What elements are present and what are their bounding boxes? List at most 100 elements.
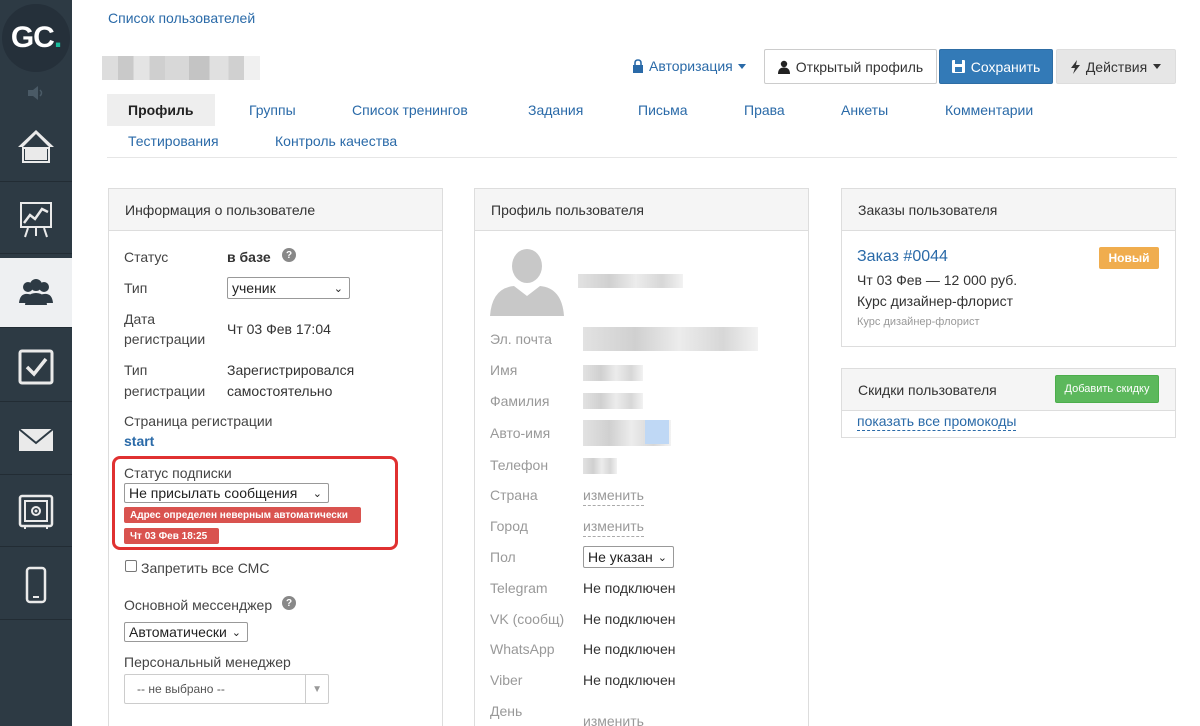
sidebar: GC.: [0, 0, 72, 726]
auto-name-color-chip: [645, 420, 669, 444]
reg-type-value-2: самостоятельно: [227, 383, 333, 399]
sidebar-item-users[interactable]: [0, 258, 72, 328]
email-redacted: [583, 327, 758, 351]
city-edit-link[interactable]: изменить: [583, 516, 644, 537]
logo[interactable]: GC.: [0, 0, 72, 76]
reg-type-label-2: регистрации: [124, 383, 206, 399]
no-sms-checkbox[interactable]: [125, 560, 137, 572]
breadcrumb[interactable]: Список пользователей: [108, 10, 255, 26]
gender-select[interactable]: Не указан ⌄: [583, 546, 674, 568]
subscription-status-select[interactable]: Не присылать сообщения ⌄: [124, 483, 329, 503]
country-edit-link[interactable]: изменить: [583, 485, 644, 506]
telegram-value: Не подключен: [583, 580, 676, 596]
tab-comments[interactable]: Комментарии: [945, 94, 1033, 126]
user-type-value: ученик: [232, 280, 276, 296]
gender-label: Пол: [490, 549, 516, 565]
user-type-select[interactable]: ученик ⌄: [227, 277, 350, 299]
sidebar-item-home[interactable]: [0, 112, 72, 182]
avatar-placeholder-icon[interactable]: [490, 246, 564, 316]
last-name-redacted: [583, 393, 643, 409]
no-sms-label: Запретить все СМС: [141, 560, 270, 576]
phone-icon: [25, 566, 47, 603]
checkbox-icon: [18, 349, 54, 384]
help-icon[interactable]: ?: [282, 248, 296, 262]
phone-redacted: [583, 458, 617, 474]
vk-label: VK (сообщ): [490, 611, 565, 627]
open-profile-label: Открытый профиль: [795, 58, 924, 75]
user-profile-title: Профиль пользователя: [475, 189, 808, 231]
order-link[interactable]: Заказ #0044: [857, 248, 948, 266]
last-name-label: Фамилия: [490, 393, 550, 409]
tab-testing[interactable]: Тестирования: [128, 125, 219, 157]
tab-rights[interactable]: Права: [744, 94, 785, 126]
reg-page-link[interactable]: start: [124, 431, 154, 451]
tab-tasks[interactable]: Задания: [528, 94, 583, 126]
help-icon[interactable]: ?: [282, 596, 296, 610]
tab-profile[interactable]: Профиль: [107, 94, 215, 126]
app-root: GC. Список пользователей Авторизация Отк…: [0, 0, 1200, 726]
logo-dot: .: [53, 21, 62, 54]
sidebar-item-mobile[interactable]: [0, 550, 72, 620]
gender-value: Не указан: [588, 549, 653, 565]
sidebar-item-tasks[interactable]: [0, 332, 72, 402]
phone-label: Телефон: [490, 457, 549, 473]
open-profile-button[interactable]: Открытый профиль: [764, 49, 937, 84]
order-status-badge: Новый: [1099, 247, 1159, 269]
country-label: Страна: [490, 487, 538, 503]
actions-label: Действия: [1085, 58, 1148, 75]
chevron-down-icon: ⌄: [231, 626, 241, 639]
reg-type-value-1: Зарегистрировался: [227, 362, 355, 378]
sub-status-label: Статус подписки: [124, 465, 232, 481]
save-button[interactable]: Сохранить: [939, 49, 1053, 84]
manager-select[interactable]: -- не выбрано -- ▼: [124, 674, 329, 704]
tab-trainings[interactable]: Список тренингов: [352, 94, 468, 126]
logo-mark: GC.: [2, 4, 70, 72]
chevron-down-icon: ⌄: [657, 551, 667, 564]
type-label: Тип: [124, 280, 148, 296]
manager-value: -- не выбрано --: [137, 682, 225, 696]
sound-toggle[interactable]: [0, 78, 72, 108]
tab-groups[interactable]: Группы: [249, 94, 296, 126]
reg-page-label: Страница регистрации: [124, 413, 273, 429]
bolt-icon: [1070, 59, 1080, 74]
add-discount-button[interactable]: Добавить скидку: [1055, 375, 1159, 403]
subscription-status-value: Не присылать сообщения: [129, 485, 298, 501]
city-label: Город: [490, 518, 528, 534]
viber-value: Не подключен: [583, 672, 676, 688]
sidebar-item-mail[interactable]: [0, 405, 72, 475]
subscription-date-badge: Чт 03 Фев 18:25: [124, 528, 219, 544]
safe-icon: [18, 494, 54, 529]
reg-date-label-1: Дата: [124, 311, 156, 327]
whatsapp-label: WhatsApp: [490, 641, 555, 657]
status-label: Статус: [124, 249, 169, 265]
profile-tabs: Профиль Группы Список тренингов Задания …: [107, 94, 1177, 158]
floppy-icon: [951, 60, 965, 73]
whatsapp-value: Не подключен: [583, 641, 676, 657]
auth-dropdown[interactable]: Авторизация: [632, 58, 746, 74]
tab-quality-control[interactable]: Контроль качества: [275, 125, 397, 157]
sidebar-item-stats[interactable]: [0, 184, 72, 254]
show-promocodes-link[interactable]: показать все промокоды: [857, 412, 1017, 431]
user-icon: [777, 60, 790, 74]
birthday-label: День: [490, 703, 523, 719]
users-icon: [19, 278, 53, 305]
auth-label: Авторизация: [649, 58, 733, 74]
actions-dropdown[interactable]: Действия: [1056, 49, 1176, 84]
sidebar-item-safe[interactable]: [0, 477, 72, 547]
email-label: Эл. почта: [490, 331, 552, 347]
chart-icon: [20, 201, 52, 237]
user-name-redacted: [102, 56, 260, 80]
tab-forms[interactable]: Анкеты: [841, 94, 888, 126]
save-label: Сохранить: [970, 58, 1041, 75]
status-value: в базе: [227, 249, 271, 265]
chevron-down-icon: ⌄: [312, 487, 322, 500]
caret-down-icon: [737, 63, 746, 69]
mail-icon: [18, 427, 54, 451]
caret-down-icon: ▼: [305, 675, 322, 703]
order-product: Курс дизайнер-флорист: [857, 293, 1013, 309]
messenger-select[interactable]: Автоматически ⌄: [124, 622, 248, 642]
auto-name-label: Авто-имя: [490, 425, 551, 441]
reg-type-label-1: Тип: [124, 362, 148, 378]
birthday-edit-link[interactable]: изменить: [583, 711, 644, 726]
tab-letters[interactable]: Письма: [638, 94, 688, 126]
